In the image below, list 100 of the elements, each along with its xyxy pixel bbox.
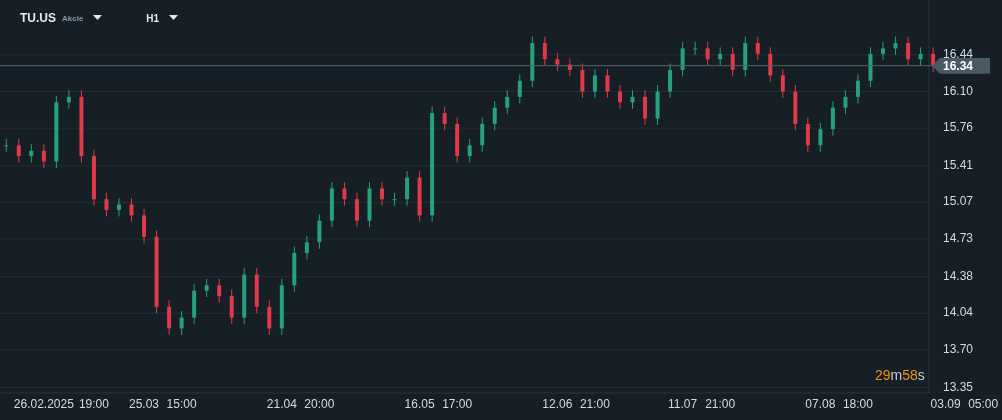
price-label: 15.07 [943, 194, 974, 209]
candle [893, 36, 898, 56]
candle [805, 116, 810, 153]
candle [217, 278, 222, 304]
current-price-badge: 16.34 [932, 57, 990, 74]
candle [405, 170, 410, 207]
candle [4, 138, 9, 153]
time-label: 15:00 [166, 397, 197, 411]
time-label: 05:00 [968, 397, 999, 411]
caret-icon[interactable] [93, 15, 103, 21]
candle [380, 181, 384, 207]
candle [918, 46, 923, 67]
price-label: 14.73 [943, 231, 974, 246]
price-label: 13.35 [943, 379, 974, 394]
candle [718, 46, 723, 67]
candle [605, 68, 610, 99]
time-label: 21:00 [705, 397, 736, 411]
candle [229, 289, 234, 325]
candle [843, 89, 848, 115]
candle [329, 181, 334, 228]
candle [480, 116, 485, 153]
time-label: 19:00 [78, 397, 109, 411]
candle [567, 57, 572, 77]
candle [104, 192, 109, 217]
candle [342, 181, 347, 207]
candle [91, 149, 96, 207]
candle [768, 46, 773, 83]
candle [467, 138, 472, 164]
countdown-text: m [890, 367, 903, 383]
price-label: 16.10 [943, 83, 974, 98]
price-label: 14.38 [943, 268, 974, 283]
caret-icon[interactable] [169, 15, 179, 21]
candle [179, 310, 184, 336]
candle [192, 283, 197, 325]
candle [793, 84, 798, 131]
time-label: 20:00 [304, 397, 335, 411]
candle [643, 89, 648, 126]
candle [542, 36, 547, 67]
candle [580, 63, 585, 99]
candle [505, 89, 510, 115]
candle [618, 84, 622, 110]
candle [592, 68, 597, 99]
time-label: 07.08 [805, 397, 836, 411]
candle [16, 138, 21, 164]
candle [906, 36, 911, 67]
symbol-name[interactable]: TU.US [20, 11, 56, 25]
timeframe[interactable]: H1 [146, 12, 160, 24]
candle [417, 170, 422, 223]
candle [41, 143, 46, 169]
time-label: 21:00 [579, 397, 610, 411]
candle [29, 143, 34, 164]
candle [931, 46, 936, 73]
candle [367, 181, 372, 228]
candle [242, 267, 247, 325]
candle [142, 208, 147, 244]
time-label: 18:00 [842, 397, 873, 411]
candle [730, 46, 735, 77]
candle [743, 36, 748, 77]
candle [254, 267, 259, 314]
candle [455, 116, 460, 164]
candle [693, 41, 698, 56]
countdown-text: s [917, 367, 925, 383]
candle [705, 41, 710, 67]
time-label: 12.06 [542, 397, 573, 411]
candle [354, 192, 359, 228]
candle [66, 89, 71, 110]
time-label: 11.07 [668, 397, 698, 411]
time-label: 17:00 [442, 397, 473, 411]
candle [530, 36, 535, 88]
candle [129, 197, 134, 223]
candle [317, 213, 322, 250]
candle [655, 84, 660, 126]
price-label: 15.76 [943, 120, 974, 135]
candle [830, 100, 835, 137]
candle [881, 41, 885, 61]
candle [392, 192, 397, 207]
candle [555, 52, 560, 72]
countdown-text: 29 [875, 367, 891, 383]
candle [167, 299, 172, 336]
candle [492, 100, 497, 131]
candle [117, 197, 121, 217]
time-label: 25.03 [129, 397, 160, 411]
price-label: 13.70 [943, 341, 974, 356]
asset-type: Akcie [62, 13, 84, 23]
candle [818, 122, 823, 153]
candle [680, 41, 685, 77]
countdown-text: 58 [902, 367, 918, 383]
candle [517, 73, 522, 104]
candle [267, 299, 272, 336]
candle [442, 106, 447, 131]
time-label: 16.05 [404, 397, 435, 411]
candle [279, 278, 284, 336]
candle [668, 63, 673, 99]
candle [868, 46, 873, 88]
candle [292, 246, 297, 293]
candle [204, 278, 209, 298]
price-label: 15.41 [943, 157, 974, 172]
time-label: 21.04 [266, 397, 297, 411]
candle [780, 68, 785, 99]
time-label: 26.02.2025 [13, 397, 74, 411]
